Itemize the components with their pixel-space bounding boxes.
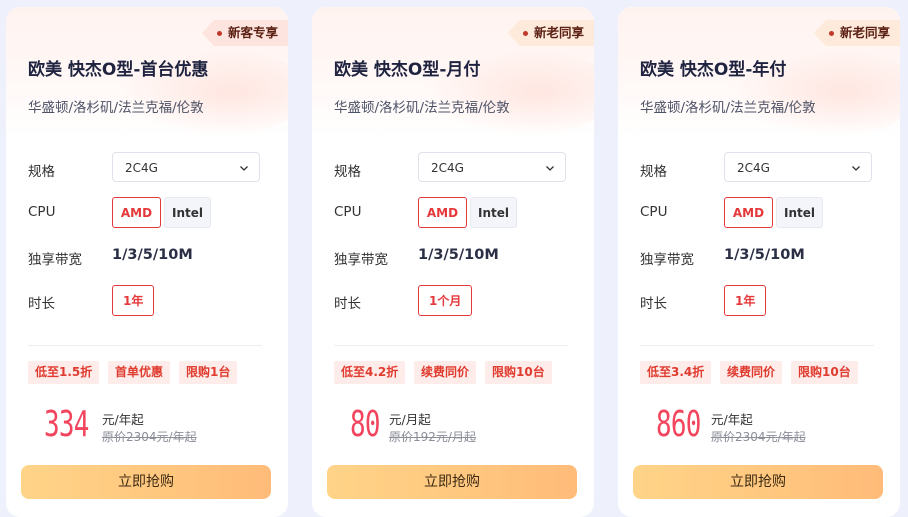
promo-tag: 限购1台 bbox=[179, 361, 238, 384]
badge-label: 新客专享 bbox=[227, 25, 278, 40]
card-regions: 华盛顿/洛杉矶/法兰克福/伦敦 bbox=[334, 100, 510, 116]
spec-select-value: 2C4G bbox=[431, 161, 464, 175]
divider bbox=[28, 345, 262, 346]
price-value: 334 bbox=[44, 404, 89, 445]
card-regions: 华盛顿/洛杉矶/法兰克福/伦敦 bbox=[640, 100, 816, 116]
spec-select[interactable]: 2C4G bbox=[724, 152, 872, 182]
bandwidth-label: 独享带宽 bbox=[334, 252, 388, 268]
spec-label: 规格 bbox=[640, 164, 667, 180]
cpu-option-intel[interactable]: Intel bbox=[470, 197, 517, 228]
card-title: 欧美 快杰O型-月付 bbox=[334, 60, 481, 80]
badge: 新老同享 bbox=[813, 20, 900, 46]
spec-label: 规格 bbox=[28, 164, 55, 180]
original-price: 原价2304元/年起 bbox=[102, 430, 197, 444]
cpu-option-amd[interactable]: AMD bbox=[724, 197, 773, 228]
dot-icon bbox=[522, 31, 528, 36]
divider bbox=[334, 345, 568, 346]
product-card-1: 新客专享 欧美 快杰O型-首台优惠 华盛顿/洛杉矶/法兰克福/伦敦 规格 2C4… bbox=[6, 7, 288, 517]
spec-select-value: 2C4G bbox=[737, 161, 770, 175]
promo-tag: 续费同价 bbox=[720, 361, 783, 384]
promo-tag: 低至3.4折 bbox=[640, 361, 712, 384]
cpu-option-intel[interactable]: Intel bbox=[164, 197, 211, 228]
buy-now-button[interactable]: 立即抢购 bbox=[633, 465, 883, 499]
buy-now-button[interactable]: 立即抢购 bbox=[21, 465, 271, 499]
duration-label: 时长 bbox=[334, 296, 361, 312]
bandwidth-value: 1/3/5/10M bbox=[724, 247, 805, 263]
spec-label: 规格 bbox=[334, 164, 361, 180]
promo-tag: 低至1.5折 bbox=[28, 361, 100, 384]
badge: 新老同享 bbox=[507, 20, 594, 46]
badge: 新客专享 bbox=[201, 20, 288, 46]
cpu-option-amd[interactable]: AMD bbox=[418, 197, 467, 228]
promo-tag: 限购10台 bbox=[485, 361, 552, 384]
original-price: 原价2304元/年起 bbox=[711, 430, 806, 444]
price-value: 80 bbox=[350, 404, 381, 445]
duration-option[interactable]: 1年 bbox=[112, 285, 155, 316]
bandwidth-label: 独享带宽 bbox=[640, 252, 694, 268]
buy-now-button[interactable]: 立即抢购 bbox=[327, 465, 577, 499]
price-unit: 元/年起 bbox=[711, 412, 753, 427]
product-cards: 新客专享 欧美 快杰O型-首台优惠 华盛顿/洛杉矶/法兰克福/伦敦 规格 2C4… bbox=[0, 0, 908, 517]
bandwidth-label: 独享带宽 bbox=[28, 252, 82, 268]
promo-tag: 首单优惠 bbox=[108, 361, 171, 384]
spec-select[interactable]: 2C4G bbox=[418, 152, 566, 182]
bandwidth-value: 1/3/5/10M bbox=[112, 247, 193, 263]
product-card-3: 新老同享 欧美 快杰O型-年付 华盛顿/洛杉矶/法兰克福/伦敦 规格 2C4G … bbox=[618, 7, 900, 517]
cpu-option-intel[interactable]: Intel bbox=[776, 197, 823, 228]
duration-option[interactable]: 1年 bbox=[724, 285, 767, 316]
promo-tag: 限购10台 bbox=[791, 361, 858, 384]
cpu-label: CPU bbox=[28, 204, 56, 220]
card-title: 欧美 快杰O型-首台优惠 bbox=[28, 60, 209, 80]
card-title: 欧美 快杰O型-年付 bbox=[640, 60, 787, 80]
promo-tag: 续费同价 bbox=[414, 361, 477, 384]
price-value: 860 bbox=[656, 404, 701, 445]
price-unit: 元/年起 bbox=[102, 412, 144, 427]
product-card-2: 新老同享 欧美 快杰O型-月付 华盛顿/洛杉矶/法兰克福/伦敦 规格 2C4G … bbox=[312, 7, 594, 517]
duration-label: 时长 bbox=[640, 296, 667, 312]
cpu-option-amd[interactable]: AMD bbox=[112, 197, 161, 228]
card-regions: 华盛顿/洛杉矶/法兰克福/伦敦 bbox=[28, 100, 204, 116]
badge-label: 新老同享 bbox=[839, 25, 890, 40]
duration-option[interactable]: 1个月 bbox=[418, 285, 473, 316]
dot-icon bbox=[216, 31, 222, 36]
bandwidth-value: 1/3/5/10M bbox=[418, 247, 499, 263]
chevron-down-icon bbox=[240, 166, 248, 171]
chevron-down-icon bbox=[546, 166, 554, 171]
divider bbox=[640, 345, 874, 346]
promo-tag: 低至4.2折 bbox=[334, 361, 406, 384]
dot-icon bbox=[828, 31, 834, 36]
chevron-down-icon bbox=[852, 166, 860, 171]
cpu-label: CPU bbox=[640, 204, 668, 220]
spec-select[interactable]: 2C4G bbox=[112, 152, 260, 182]
original-price: 原价192元/月起 bbox=[389, 430, 476, 444]
cpu-label: CPU bbox=[334, 204, 362, 220]
spec-select-value: 2C4G bbox=[125, 161, 158, 175]
badge-label: 新老同享 bbox=[533, 25, 584, 40]
duration-label: 时长 bbox=[28, 296, 55, 312]
price-unit: 元/月起 bbox=[389, 412, 431, 427]
